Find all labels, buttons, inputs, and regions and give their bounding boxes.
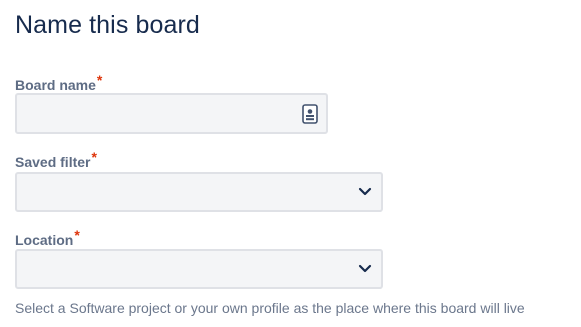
location-helper-text: Select a Software project or your own pr… <box>15 300 525 316</box>
saved-filter-select[interactable] <box>15 172 383 212</box>
location-label-text: Location <box>15 232 74 248</box>
required-indicator: * <box>91 149 97 165</box>
required-indicator: * <box>96 72 103 88</box>
contact-card-icon[interactable] <box>302 104 318 124</box>
board-name-label: Board name* <box>15 72 102 93</box>
location-select[interactable] <box>15 249 383 289</box>
saved-filter-label-text: Saved filter <box>15 154 91 170</box>
chevron-down-icon[interactable] <box>358 187 372 197</box>
location-label: Location* <box>15 227 80 248</box>
page-title: Name this board <box>15 11 200 39</box>
chevron-down-icon[interactable] <box>358 264 372 274</box>
required-indicator: * <box>74 227 80 243</box>
board-name-label-text: Board name <box>15 77 96 93</box>
saved-filter-label: Saved filter* <box>15 149 97 170</box>
board-name-input[interactable] <box>15 93 328 134</box>
